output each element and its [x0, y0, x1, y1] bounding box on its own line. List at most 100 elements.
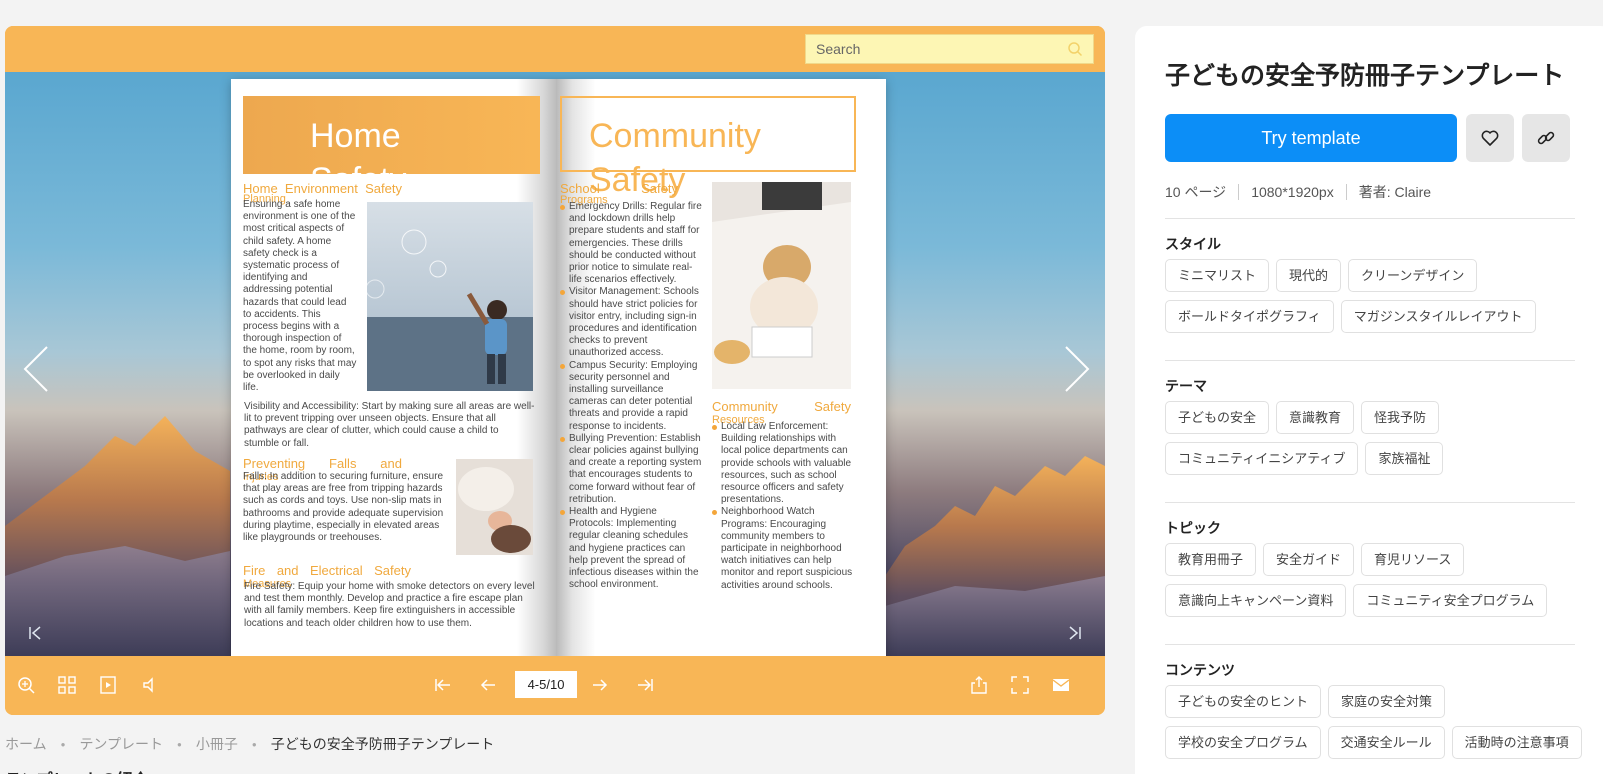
- template-intro-heading: テンプレートの紹介: [5, 766, 149, 774]
- topic-tag[interactable]: 意識向上キャンペーン資料: [1165, 584, 1347, 617]
- viewer-stage: HomeSafety Home Environment Safety Plann…: [5, 72, 1105, 656]
- try-template-button[interactable]: Try template: [1165, 114, 1457, 162]
- prev-icon[interactable]: [478, 675, 498, 695]
- search-input[interactable]: [816, 41, 1067, 57]
- style-label: スタイル: [1165, 236, 1221, 252]
- page-count: 10 ページ: [1165, 184, 1227, 200]
- chevron-left-icon[interactable]: [21, 344, 53, 394]
- right-page[interactable]: Community Safety School Safety Programs E…: [556, 79, 886, 656]
- topic-tag[interactable]: コミュニティ安全プログラム: [1353, 584, 1548, 617]
- content-label: コンテンツ: [1165, 662, 1235, 678]
- autoplay-icon[interactable]: [98, 675, 118, 695]
- author: 著者: Claire: [1358, 184, 1432, 200]
- photo-child-bubbles: [367, 202, 533, 391]
- theme-tag[interactable]: コミュニティイニシアティブ: [1165, 442, 1359, 475]
- theme-label: テーマ: [1165, 378, 1207, 394]
- theme-tags: 子どもの安全 意識教育 怪我予防 コミュニティイニシアティブ 家族福祉: [1165, 401, 1585, 475]
- list-item: Visitor Management: Schools should have …: [560, 286, 702, 359]
- breadcrumb-templates[interactable]: テンプレート: [79, 734, 163, 754]
- falls-text: Falls: In addition to securing furniture…: [243, 471, 444, 544]
- theme-tag[interactable]: 子どもの安全: [1165, 401, 1270, 434]
- favorite-button[interactable]: [1466, 114, 1514, 162]
- style-tag[interactable]: ミニマリスト: [1165, 259, 1270, 292]
- section-heading-fire-electrical: Fire and Electrical Safety: [243, 563, 411, 578]
- content-tag[interactable]: 活動時の注意事項: [1451, 726, 1582, 759]
- left-page-title: HomeSafety: [310, 117, 406, 174]
- style-tag[interactable]: ボールドタイポグラフィ: [1165, 300, 1334, 333]
- photo-child-drawing: [712, 182, 851, 389]
- theme-tag[interactable]: 家族福祉: [1365, 442, 1444, 475]
- content-tag[interactable]: 子どもの安全のヒント: [1165, 685, 1322, 718]
- school-safety-list: Emergency Drills: Regular fire and lockd…: [560, 201, 702, 592]
- flipbook-viewer: HomeSafety Home Environment Safety Plann…: [5, 26, 1105, 715]
- style-tag[interactable]: 現代的: [1276, 259, 1342, 292]
- breadcrumb-separator: ●: [177, 739, 182, 749]
- dimensions: 1080*1920px: [1251, 184, 1334, 200]
- divider: [1165, 502, 1575, 503]
- topic-tag[interactable]: 育児リソース: [1361, 543, 1465, 576]
- meta-divider: [1345, 184, 1347, 200]
- fullscreen-icon[interactable]: [1010, 675, 1030, 695]
- community-safety-title-block: Community Safety: [560, 96, 856, 199]
- divider: [1165, 360, 1575, 361]
- style-tags: ミニマリスト 現代的 クリーンデザイン ボールドタイポグラフィ マガジンスタイル…: [1165, 259, 1585, 333]
- topic-label: トピック: [1165, 520, 1221, 536]
- fire-safety-text: Fire Safety: Equip your home with smoke …: [244, 581, 535, 629]
- mail-icon[interactable]: [1051, 675, 1071, 695]
- topic-tag[interactable]: 教育用冊子: [1165, 543, 1257, 576]
- section-heading-preventing-falls: Preventing Falls and: [243, 456, 402, 471]
- style-tag[interactable]: マガジンスタイルレイアウト: [1340, 300, 1536, 333]
- link-icon: [1537, 131, 1555, 145]
- list-item: Campus Security: Employing security pers…: [560, 360, 702, 433]
- photo-hands: [456, 459, 533, 555]
- divider: [1165, 218, 1575, 219]
- next-icon[interactable]: [590, 675, 610, 695]
- list-item: Bullying Prevention: Establish clear pol…: [560, 433, 702, 506]
- list-item: Local Law Enforcement: Building relation…: [712, 421, 854, 506]
- search-box[interactable]: [805, 34, 1094, 64]
- home-environment-text: Ensuring a safe home environment is one …: [243, 199, 357, 394]
- copy-link-button[interactable]: [1522, 114, 1570, 162]
- grid-icon[interactable]: [57, 675, 77, 695]
- sound-icon[interactable]: [139, 675, 159, 695]
- community-resources-list: Local Law Enforcement: Building relation…: [712, 421, 854, 592]
- breadcrumb-home[interactable]: ホーム: [5, 734, 47, 754]
- content-tags: 子どもの安全のヒント 家庭の安全対策 学校の安全プログラム 交通安全ルール 活動…: [1165, 685, 1585, 759]
- search-icon[interactable]: [1067, 41, 1083, 57]
- left-page[interactable]: HomeSafety Home Environment Safety Plann…: [231, 79, 556, 656]
- viewer-toolbar: 4-5/10: [5, 656, 1105, 715]
- share-icon[interactable]: [969, 675, 989, 695]
- list-item: Neighborhood Watch Programs: Encouraging…: [712, 506, 854, 591]
- breadcrumb-separator: ●: [251, 739, 257, 749]
- content-tag[interactable]: 交通安全ルール: [1327, 726, 1445, 759]
- heart-icon: [1481, 130, 1499, 146]
- topic-tag[interactable]: 安全ガイド: [1263, 543, 1355, 576]
- content-tag[interactable]: 家庭の安全対策: [1328, 685, 1446, 718]
- visibility-text: Visibility and Accessibility: Start by m…: [244, 401, 535, 449]
- breadcrumb-booklets[interactable]: 小冊子: [196, 734, 238, 754]
- page-indicator[interactable]: 4-5/10: [515, 671, 577, 698]
- topic-tags: 教育用冊子 安全ガイド 育児リソース 意識向上キャンペーン資料 コミュニティ安全…: [1165, 543, 1585, 617]
- zoom-icon[interactable]: [16, 675, 36, 695]
- template-info-panel: 子どもの安全予防冊子テンプレート Try template 10 ページ 108…: [1135, 26, 1603, 774]
- theme-tag[interactable]: 怪我予防: [1361, 401, 1440, 434]
- first-page-icon[interactable]: [27, 624, 45, 642]
- style-tag[interactable]: クリーンデザイン: [1348, 259, 1478, 292]
- breadcrumb: ホーム ● テンプレート ● 小冊子 ● 子どもの安全予防冊子テンプレート: [5, 734, 494, 754]
- divider: [1165, 644, 1575, 645]
- meta-divider: [1238, 184, 1240, 200]
- list-item: Health and Hygiene Protocols: Implementi…: [560, 506, 702, 591]
- last-icon[interactable]: [635, 675, 655, 695]
- last-page-icon[interactable]: [1065, 624, 1083, 642]
- breadcrumb-current: 子どもの安全予防冊子テンプレート: [270, 736, 495, 752]
- section-heading-community-resources: Community Safety: [712, 399, 851, 414]
- breadcrumb-separator: ●: [60, 739, 66, 749]
- content-tag[interactable]: 学校の安全プログラム: [1165, 726, 1321, 759]
- theme-tag[interactable]: 意識教育: [1276, 401, 1355, 434]
- viewer-topbar: [5, 26, 1105, 72]
- chevron-right-icon[interactable]: [1060, 344, 1092, 394]
- first-icon[interactable]: [433, 675, 453, 695]
- open-booklet[interactable]: HomeSafety Home Environment Safety Plann…: [231, 79, 886, 656]
- page-title: 子どもの安全予防冊子テンプレート: [1165, 62, 1565, 90]
- list-item: Emergency Drills: Regular fire and lockd…: [560, 201, 702, 286]
